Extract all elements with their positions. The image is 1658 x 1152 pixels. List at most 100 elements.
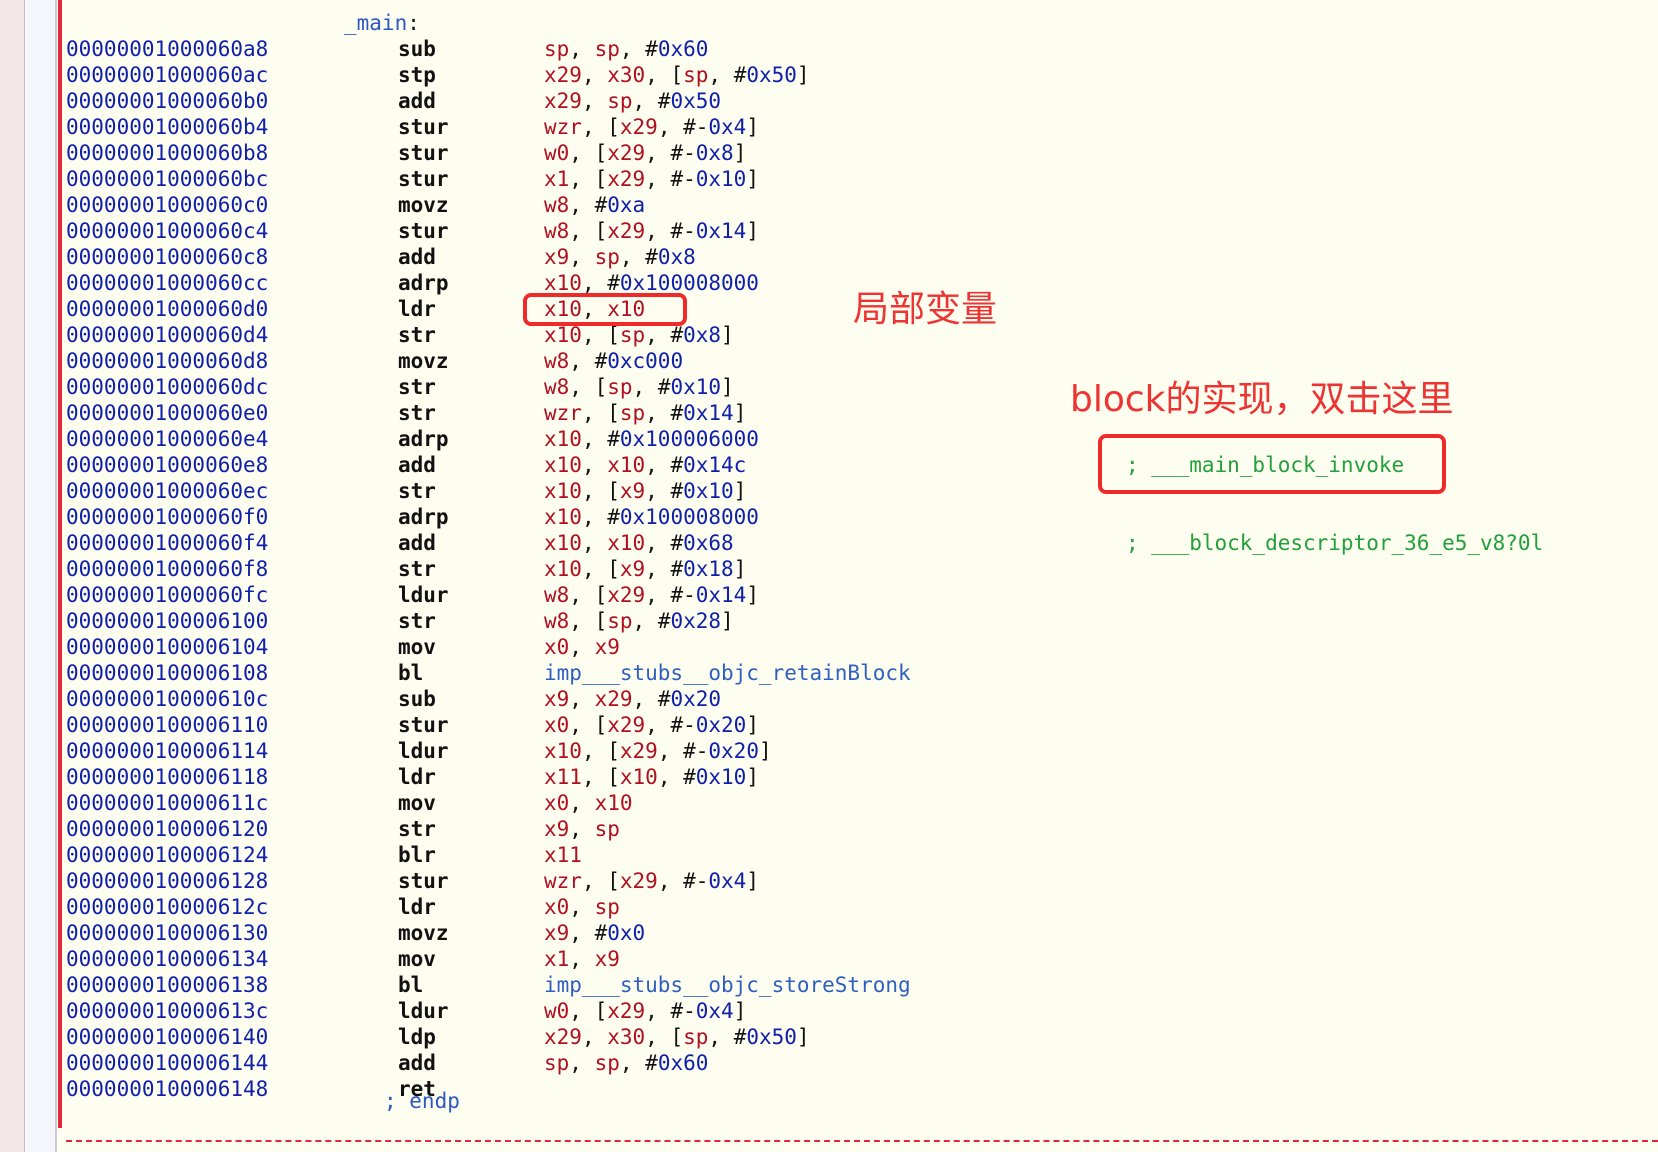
instruction-address[interactable]: 0000000100006128 (66, 868, 268, 894)
instruction-address[interactable]: 0000000100006144 (66, 1050, 268, 1076)
instruction-address[interactable]: 0000000100006104 (66, 634, 268, 660)
instruction-mnemonic: ldur (398, 999, 449, 1023)
register-operand: x9 (544, 245, 570, 269)
instruction-address[interactable]: 00000001000060ac (66, 62, 268, 88)
instruction-address[interactable]: 00000001000060ec (66, 478, 268, 504)
function-label[interactable]: _main: (344, 10, 420, 36)
instruction-address[interactable]: 00000001000060bc (66, 166, 268, 192)
instruction-address[interactable]: 00000001000060f0 (66, 504, 268, 530)
register-operand: sp (594, 817, 620, 841)
symbol-operand[interactable]: imp___stubs__objc_retainBlock (544, 661, 911, 685)
operand-punctuation: , #- (645, 141, 696, 165)
operand-punctuation: ] (733, 557, 747, 581)
instruction-address[interactable]: 0000000100006110 (66, 712, 268, 738)
instruction-address[interactable]: 00000001000060d0 (66, 296, 268, 322)
instruction-address[interactable]: 00000001000060b0 (66, 88, 268, 114)
instruction-operands: wzr, [sp, #0x14] (544, 400, 746, 426)
instruction-operands: sp, sp, #0x60 (544, 1050, 708, 1076)
instruction-address[interactable]: 0000000100006114 (66, 738, 268, 764)
register-operand: sp (594, 895, 620, 919)
comment-block-invoke[interactable]: ; ___main_block_invoke (1126, 453, 1404, 477)
register-operand: x10 (544, 505, 582, 529)
register-operand: x11 (544, 765, 582, 789)
operand-punctuation: , [ (569, 219, 608, 243)
instruction-mnemonic: str (398, 323, 436, 347)
instruction-address[interactable]: 00000001000060e4 (66, 426, 268, 452)
instruction-address[interactable]: 00000001000060e0 (66, 400, 268, 426)
instruction-mnemonic: add (398, 245, 436, 269)
instruction-address[interactable]: 00000001000060e8 (66, 452, 268, 478)
disassembly-view[interactable]: _main: 00000001000060a8 sub sp, sp, #0x60 0… (66, 0, 1658, 1140)
instruction-address[interactable]: 00000001000060cc (66, 270, 268, 296)
instruction-address[interactable]: 00000001000060d8 (66, 348, 268, 374)
immediate-operand: 0x60 (657, 37, 709, 61)
instruction-address[interactable]: 00000001000060d4 (66, 322, 268, 348)
instruction-address[interactable]: 00000001000060f4 (66, 530, 268, 556)
instruction-address[interactable]: 0000000100006148 (66, 1076, 268, 1102)
instruction-address[interactable]: 0000000100006134 (66, 946, 268, 972)
instruction-address[interactable]: 0000000100006140 (66, 1024, 268, 1050)
instruction-address[interactable]: 000000010000612c (66, 894, 268, 920)
instruction-mnemonic: str (398, 609, 436, 633)
immediate-operand: 0xa (607, 193, 646, 217)
instruction-mnemonic: mov (398, 635, 436, 659)
symbol-operand[interactable]: imp___stubs__objc_storeStrong (544, 973, 911, 997)
instruction-address[interactable]: 00000001000060c8 (66, 244, 268, 270)
instruction-operands: x10, x10, #0x14c (544, 452, 746, 478)
operand-punctuation: , [ (569, 713, 608, 737)
register-operand: x10 (544, 453, 582, 477)
instruction-operands: w8, [sp, #0x10] (544, 374, 734, 400)
register-operand: x10 (594, 791, 633, 815)
instruction-address[interactable]: 00000001000060dc (66, 374, 268, 400)
instruction-address[interactable]: 0000000100006130 (66, 920, 268, 946)
operand-punctuation: , [ (581, 401, 620, 425)
instruction-operands: x29, x30, [sp, #0x50] (544, 62, 810, 88)
instruction-mnemonic: str (398, 375, 436, 399)
instruction-operands: x10, #0x100008000 (544, 504, 759, 530)
instruction-address[interactable]: 000000010000611c (66, 790, 268, 816)
instruction-mnemonic: movz (398, 921, 449, 945)
instruction-operands: x0, x10 (544, 790, 633, 816)
operand-punctuation: ] (746, 713, 759, 737)
register-operand: w0 (544, 999, 570, 1023)
register-operand: x9 (594, 947, 620, 971)
instruction-address[interactable]: 000000010000610c (66, 686, 268, 712)
immediate-operand: 0x50 (746, 63, 797, 87)
register-operand: x29 (544, 89, 582, 113)
instruction-operands: w8, [sp, #0x28] (544, 608, 734, 634)
operand-punctuation: ] (746, 869, 759, 893)
instruction-operands: w8, [x29, #-0x14] (544, 218, 759, 244)
instruction-address[interactable]: 00000001000060c4 (66, 218, 268, 244)
instruction-address[interactable]: 00000001000060b4 (66, 114, 268, 140)
instruction-address[interactable]: 000000010000613c (66, 998, 268, 1024)
instruction-address[interactable]: 00000001000060a8 (66, 36, 268, 62)
instruction-operands: sp, sp, #0x60 (544, 36, 708, 62)
instruction-address[interactable]: 0000000100006120 (66, 816, 268, 842)
operand-punctuation: , (569, 635, 595, 659)
instruction-address[interactable]: 0000000100006118 (66, 764, 268, 790)
operand-punctuation: , # (632, 375, 671, 399)
instruction-address[interactable]: 0000000100006108 (66, 660, 268, 686)
operand-punctuation: , (569, 947, 595, 971)
function-range-bar (58, 0, 62, 1128)
register-operand: x29 (607, 999, 646, 1023)
immediate-operand: 0x20 (708, 739, 759, 763)
register-operand: sp (594, 37, 620, 61)
immediate-operand: 0xc000 (607, 349, 684, 373)
instruction-address[interactable]: 00000001000060b8 (66, 140, 268, 166)
instruction-address[interactable]: 0000000100006100 (66, 608, 268, 634)
operand-punctuation: , [ (569, 609, 608, 633)
operand-punctuation: , [ (581, 323, 620, 347)
instruction-mnemonic: bl (398, 661, 424, 685)
operand-punctuation: , [ (569, 583, 608, 607)
instruction-address[interactable]: 0000000100006124 (66, 842, 268, 868)
register-operand: x10 (544, 479, 582, 503)
instruction-address[interactable]: 0000000100006138 (66, 972, 268, 998)
comment-block-descriptor[interactable]: ; ___block_descriptor_36_e5_v8?0l (1126, 531, 1543, 555)
instruction-address[interactable]: 00000001000060f8 (66, 556, 268, 582)
operand-punctuation: , #- (645, 167, 696, 191)
instruction-address[interactable]: 00000001000060c0 (66, 192, 268, 218)
instruction-mnemonic: movz (398, 349, 449, 373)
instruction-operands: x0, sp (544, 894, 620, 920)
instruction-address[interactable]: 00000001000060fc (66, 582, 268, 608)
